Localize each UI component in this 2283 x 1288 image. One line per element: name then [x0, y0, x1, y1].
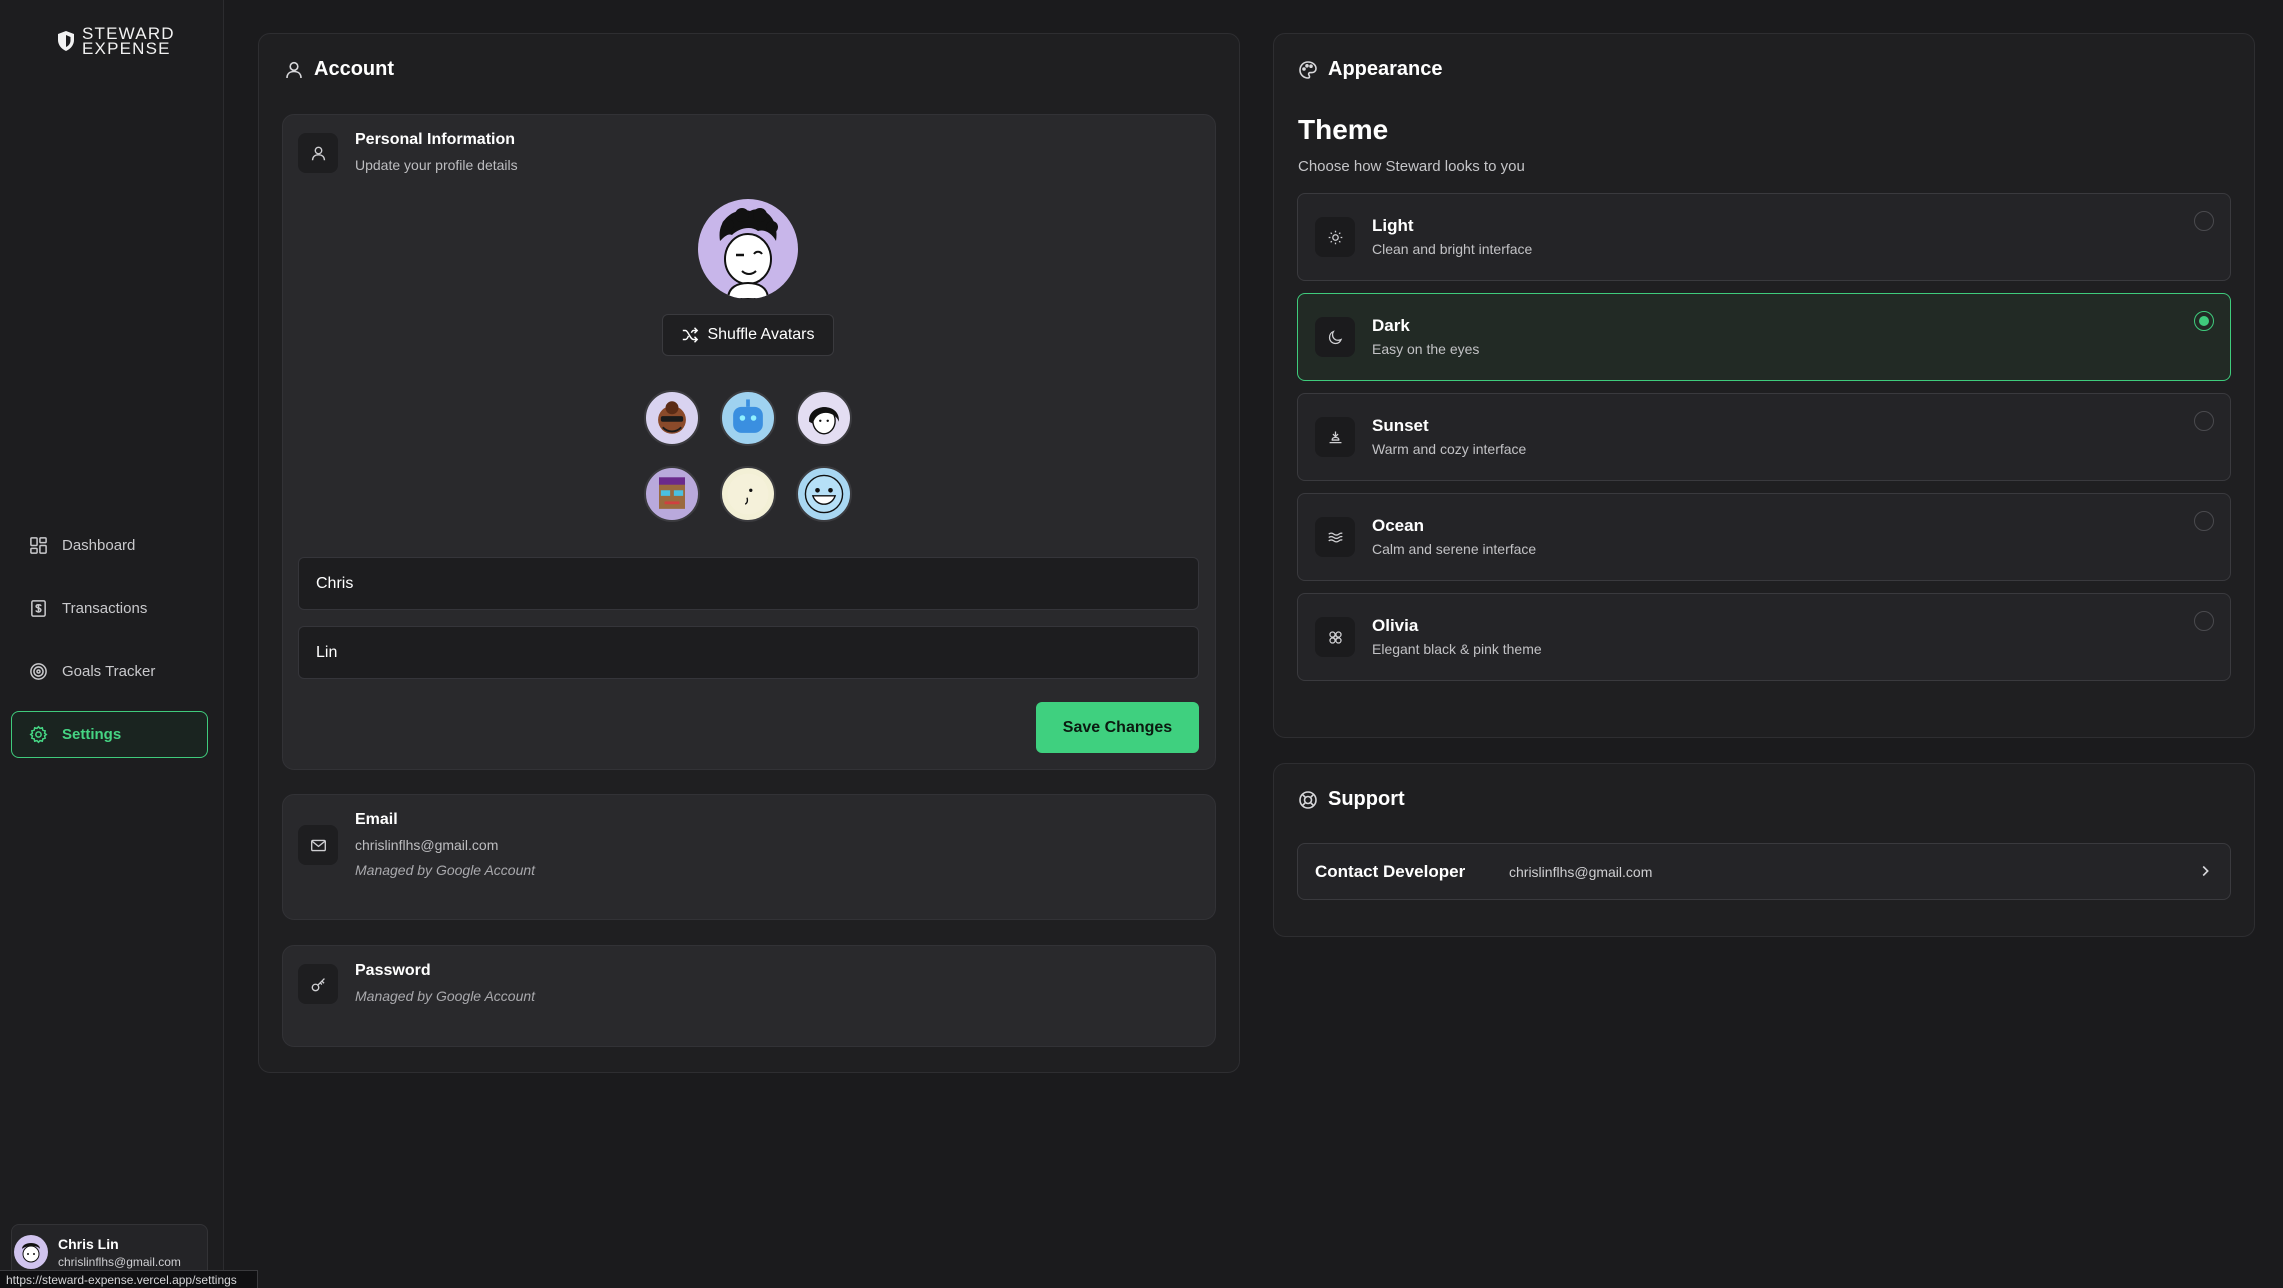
- sidebar-item-label: Transactions: [62, 600, 148, 617]
- last-name-input[interactable]: [298, 626, 1199, 679]
- contact-developer-email: chrislinflhs@gmail.com: [1509, 864, 1653, 880]
- shield-logo-icon: [58, 31, 74, 51]
- user-icon: [286, 61, 302, 78]
- theme-description-text: Clean and bright interface: [1372, 241, 1533, 257]
- user-email: chrislinflhs@gmail.com: [58, 1254, 181, 1269]
- appearance-title: Appearance: [1298, 58, 1443, 81]
- support-title-text: Support: [1328, 788, 1405, 810]
- user-avatar: [14, 1235, 48, 1269]
- app-root: STEWARD EXPENSE Dashboard Transactions G…: [0, 0, 2283, 1288]
- password-title: Password: [355, 962, 431, 979]
- sidebar-item-transactions[interactable]: Transactions: [11, 585, 208, 632]
- account-title: Account: [284, 58, 394, 81]
- theme-heading: Theme: [1298, 114, 1389, 145]
- lifebuoy-icon: [1299, 790, 1317, 809]
- email-value: chrislinflhs@gmail.com: [355, 837, 499, 853]
- personal-info-title: Personal Information: [355, 131, 516, 148]
- flower-icon: [1328, 630, 1342, 644]
- sidebar-item-goals-tracker[interactable]: Goals Tracker: [11, 648, 208, 695]
- avatar-option-6[interactable]: [796, 466, 852, 522]
- chevron-right-icon: [2202, 865, 2209, 877]
- contact-developer-row[interactable]: Contact Developer chrislinflhs@gmail.com: [1297, 843, 2231, 900]
- mail-icon: [310, 839, 326, 851]
- sidebar-item-label: Dashboard: [62, 537, 136, 554]
- password-managed-note: Managed by Google Account: [355, 988, 536, 1004]
- theme-option-dark[interactable]: Dark Easy on the eyes: [1297, 293, 2231, 381]
- personal-info-subtitle: Update your profile details: [355, 157, 518, 173]
- appearance-title-text: Appearance: [1328, 58, 1443, 80]
- dashboard-icon: [30, 537, 47, 554]
- email-managed-note: Managed by Google Account: [355, 862, 536, 878]
- sidebar: STEWARD EXPENSE Dashboard Transactions G…: [0, 0, 224, 1288]
- theme-radio[interactable]: [2194, 211, 2214, 231]
- user-icon: [311, 146, 325, 160]
- sidebar-item-label: Goals Tracker: [62, 663, 156, 680]
- theme-description-text: Calm and serene interface: [1372, 541, 1537, 557]
- email-title: Email: [355, 811, 398, 828]
- save-changes-button[interactable]: Save Changes: [1036, 702, 1199, 753]
- receipt-icon: [31, 600, 46, 617]
- theme-radio[interactable]: [2194, 511, 2214, 531]
- status-url: https://steward-expense.vercel.app/setti…: [0, 1270, 258, 1288]
- theme-description-text: Elegant black & pink theme: [1372, 641, 1542, 657]
- first-name-input[interactable]: [298, 557, 1199, 610]
- support-title: Support: [1298, 788, 1405, 811]
- avatar-option-5[interactable]: [720, 466, 776, 522]
- key-icon: [311, 977, 325, 991]
- sun-icon: [1328, 230, 1342, 244]
- theme-icon-box: [1315, 517, 1355, 557]
- theme-description-text: Warm and cozy interface: [1372, 441, 1527, 457]
- sidebar-item-dashboard[interactable]: Dashboard: [11, 522, 208, 569]
- brand-logo[interactable]: STEWARD EXPENSE: [56, 25, 175, 58]
- theme-name: Dark: [1372, 316, 1410, 335]
- theme-description-text: Easy on the eyes: [1372, 341, 1480, 357]
- avatar-option-1[interactable]: [644, 390, 700, 446]
- contact-developer-label: Contact Developer: [1315, 862, 1466, 881]
- avatar-option-3[interactable]: [796, 390, 852, 446]
- theme-option-sunset[interactable]: Sunset Warm and cozy interface: [1297, 393, 2231, 481]
- sidebar-nav: Dashboard Transactions Goals Tracker Set…: [11, 522, 208, 774]
- theme-option-light[interactable]: Light Clean and bright interface: [1297, 193, 2231, 281]
- theme-option-olivia[interactable]: Olivia Elegant black & pink theme: [1297, 593, 2231, 681]
- theme-name: Light: [1372, 216, 1414, 235]
- theme-option-ocean[interactable]: Ocean Calm and serene interface: [1297, 493, 2231, 581]
- email-icon-box: [298, 825, 338, 865]
- target-icon: [30, 663, 47, 680]
- shuffle-avatars-button[interactable]: Shuffle Avatars: [662, 314, 834, 356]
- brand-line-2: EXPENSE: [82, 39, 171, 58]
- theme-name: Sunset: [1372, 416, 1429, 435]
- sunset-icon: [1329, 431, 1341, 443]
- sidebar-item-settings[interactable]: Settings: [11, 711, 208, 758]
- avatar-option-4[interactable]: [644, 466, 700, 522]
- account-title-text: Account: [314, 58, 394, 80]
- current-avatar: [698, 199, 798, 299]
- password-icon-box: [298, 964, 338, 1004]
- waves-icon: [1327, 531, 1343, 542]
- user-name: Chris Lin: [58, 1235, 119, 1252]
- theme-icon-box: [1315, 617, 1355, 657]
- theme-name: Olivia: [1372, 616, 1419, 635]
- email-card: [282, 794, 1216, 920]
- shuffle-avatars-label: Shuffle Avatars: [707, 326, 815, 343]
- theme-description: Choose how Steward looks to you: [1298, 158, 1525, 175]
- theme-icon-box: [1315, 317, 1355, 357]
- gear-icon: [29, 725, 48, 744]
- moon-icon: [1328, 329, 1342, 344]
- theme-name: Ocean: [1372, 516, 1424, 535]
- personal-info-icon-box: [298, 133, 338, 173]
- theme-icon-box: [1315, 217, 1355, 257]
- theme-radio[interactable]: [2194, 611, 2214, 631]
- shuffle-icon: [683, 327, 699, 343]
- sidebar-item-label: Settings: [62, 726, 122, 743]
- theme-radio-selected[interactable]: [2194, 311, 2214, 331]
- theme-icon-box: [1315, 417, 1355, 457]
- theme-radio[interactable]: [2194, 411, 2214, 431]
- avatar-option-2[interactable]: [720, 390, 776, 446]
- palette-icon: [1299, 60, 1317, 79]
